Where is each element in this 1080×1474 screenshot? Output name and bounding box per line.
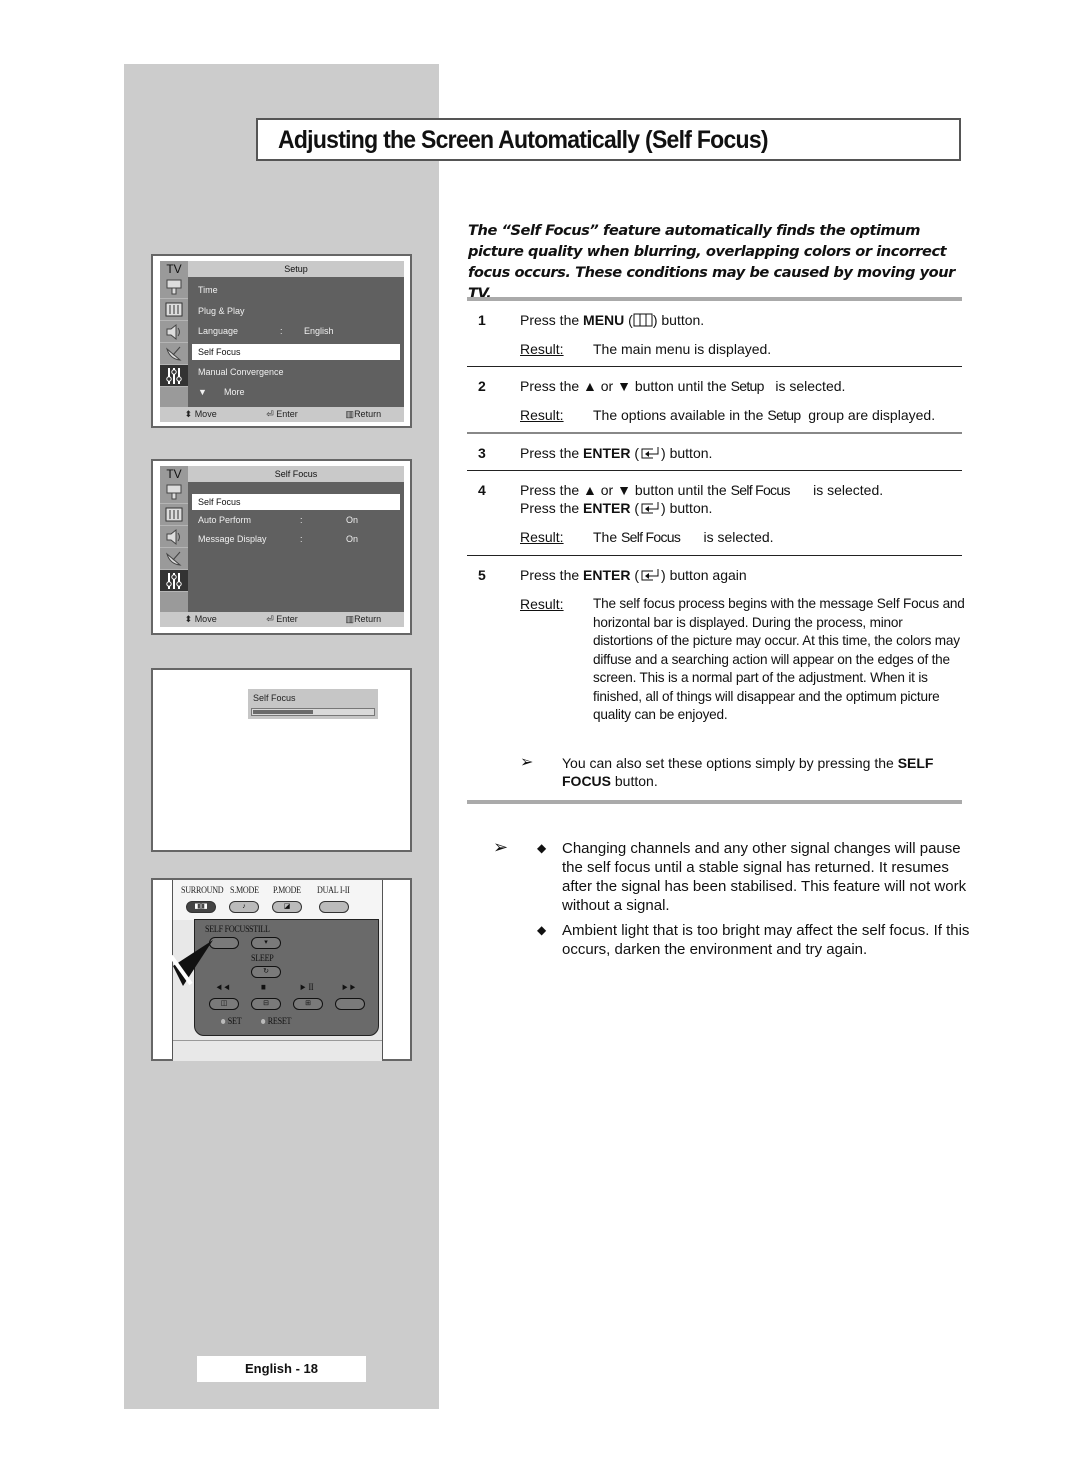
remote-lower-panel: SELF FOCUS STILL ▾ SLEEP ↻ ◄◄ ■ ► II ►► … — [194, 919, 379, 1036]
osd-enter-hint: ⏎ Enter — [266, 614, 298, 624]
fast-forward-button[interactable] — [335, 998, 365, 1010]
reset-label: RESET — [261, 1017, 291, 1027]
osd-footer: ⬍ Move ⏎ Enter ▥Return — [160, 407, 404, 422]
osd-return-hint: ▥Return — [345, 409, 382, 419]
osd-move-hint: ⬍ Move — [184, 614, 217, 624]
still-label: STILL — [249, 925, 270, 935]
page-title-box: Adjusting the Screen Automatically (Self… — [256, 118, 961, 161]
stop-label: ■ — [261, 983, 266, 993]
self-focus-popup-label: Self Focus — [253, 693, 296, 703]
enter-key-icon: ⏎ — [266, 409, 274, 419]
dual-label: DUAL I-II — [317, 886, 350, 896]
osd-item-time[interactable]: Time — [192, 280, 400, 301]
osd-item-list: Time Plug & Play Language: English Self F… — [188, 277, 404, 407]
enter-key-icon — [641, 569, 659, 581]
osd-item-plug-play[interactable]: Plug & Play — [192, 301, 400, 322]
play-pause-label: ► II — [299, 983, 314, 993]
osd-setup-screenshot: TV Setup Time Plug & Play Language: Engli… — [151, 254, 412, 428]
s-mode-label: S.MODE — [230, 886, 259, 896]
play-pause-button[interactable]: ⊞ — [293, 998, 323, 1010]
note-arrow-icon: ➢ — [493, 837, 509, 857]
picture-menu-icon[interactable] — [160, 299, 188, 321]
osd-selffocus-menu: TV Self Focus Self Focus Auto Perform: On… — [160, 466, 404, 627]
osd-item-self-focus-selected[interactable]: Self Focus — [192, 494, 400, 510]
osd-menu-title: Setup — [188, 261, 404, 277]
up-down-arrow-icon: ⬍ — [184, 614, 193, 624]
section-divider — [467, 800, 962, 804]
section-divider — [467, 297, 962, 301]
osd-item-list: Self Focus Auto Perform: On Message Displ… — [188, 482, 404, 612]
remote-control-illustration: SURROUND S.MODE P.MODE DUAL I-II ◧◨ ♪ ◪ … — [151, 878, 412, 1061]
s-mode-button[interactable]: ♪ — [229, 901, 259, 913]
satellite-dish-icon[interactable] — [160, 548, 188, 570]
osd-item-more[interactable]: ▼ More — [192, 382, 400, 403]
osd-item-auto-perform[interactable]: Auto Perform: On — [192, 512, 400, 530]
osd-footer: ⬍ Move ⏎ Enter ▥Return — [160, 612, 404, 627]
osd-enter-hint: ⏎ Enter — [266, 409, 298, 419]
osd-selffocus-screenshot: TV Self Focus Self Focus Auto Perform: On… — [151, 459, 412, 635]
self-focus-progress-bar — [251, 708, 375, 716]
menu-icon: ▥ — [345, 409, 355, 419]
page-footer: English - 18 — [197, 1356, 366, 1382]
pointing-arrow-icon — [169, 940, 213, 986]
enter-key-icon — [641, 447, 659, 459]
osd-move-hint: ⬍ Move — [184, 409, 217, 419]
menu-icon — [633, 313, 653, 327]
osd-item-language[interactable]: Language: English — [192, 321, 400, 342]
intro-paragraph: The “Self Focus” feature automatically f… — [468, 222, 955, 302]
diamond-bullet-icon: ◆ — [537, 923, 547, 937]
osd-tv-label: TV — [160, 261, 188, 277]
down-triangle-icon: ▼ — [198, 387, 207, 397]
set-label: SET — [221, 1017, 242, 1027]
step-divider — [467, 470, 962, 471]
osd-item-manual-convergence[interactable]: Manual Convergence — [192, 362, 400, 383]
enter-key-icon: ⏎ — [266, 614, 274, 624]
sleep-button[interactable]: ↻ — [251, 966, 281, 978]
antenna-input-icon[interactable] — [160, 482, 188, 504]
stop-button[interactable]: ⊟ — [251, 998, 281, 1010]
self-focus-popup: Self Focus — [248, 689, 378, 719]
sleep-label: SLEEP — [251, 954, 274, 964]
sliders-icon[interactable] — [160, 365, 188, 387]
dual-button[interactable] — [319, 901, 349, 913]
still-button[interactable]: ▾ — [251, 937, 281, 949]
fast-forward-label: ►► — [341, 983, 357, 993]
osd-icon-strip — [160, 482, 188, 612]
enter-key-icon — [641, 502, 659, 514]
sliders-icon[interactable] — [160, 570, 188, 592]
step-divider — [467, 555, 962, 556]
speaker-icon[interactable] — [160, 526, 188, 548]
picture-menu-icon[interactable] — [160, 504, 188, 526]
self-focus-progress-fill — [253, 710, 313, 714]
speaker-icon[interactable] — [160, 321, 188, 343]
osd-setup-menu: TV Setup Time Plug & Play Language: Engli… — [160, 261, 404, 422]
up-down-arrow-icon: ⬍ — [184, 409, 193, 419]
satellite-dish-icon[interactable] — [160, 343, 188, 365]
surround-button[interactable]: ◧◨ — [186, 901, 216, 913]
self-focus-progress-screenshot: Self Focus — [151, 668, 412, 852]
step-divider — [467, 366, 962, 367]
osd-icon-strip — [160, 277, 188, 407]
self-focus-label: SELF FOCUS — [205, 925, 250, 935]
surround-label: SURROUND — [181, 886, 224, 896]
antenna-input-icon[interactable] — [160, 277, 188, 299]
set-indicator-icon — [221, 1019, 226, 1025]
rewind-label: ◄◄ — [215, 983, 231, 993]
osd-tv-label: TV — [160, 466, 188, 482]
note-arrow-icon: ➢ — [520, 754, 534, 771]
p-mode-label: P.MODE — [273, 886, 301, 896]
step-divider — [467, 432, 962, 434]
rewind-button[interactable]: ◫ — [209, 998, 239, 1010]
osd-return-hint: ▥Return — [345, 614, 382, 624]
diamond-bullet-icon: ◆ — [537, 841, 547, 855]
p-mode-button[interactable]: ◪ — [272, 901, 302, 913]
osd-item-message-display[interactable]: Message Display: On — [192, 530, 400, 548]
menu-icon: ▥ — [345, 614, 355, 624]
osd-item-self-focus-selected[interactable]: Self Focus — [192, 343, 400, 360]
page-title: Adjusting the Screen Automatically (Self… — [278, 126, 769, 154]
osd-menu-title: Self Focus — [188, 466, 404, 482]
reset-indicator-icon — [261, 1019, 266, 1025]
